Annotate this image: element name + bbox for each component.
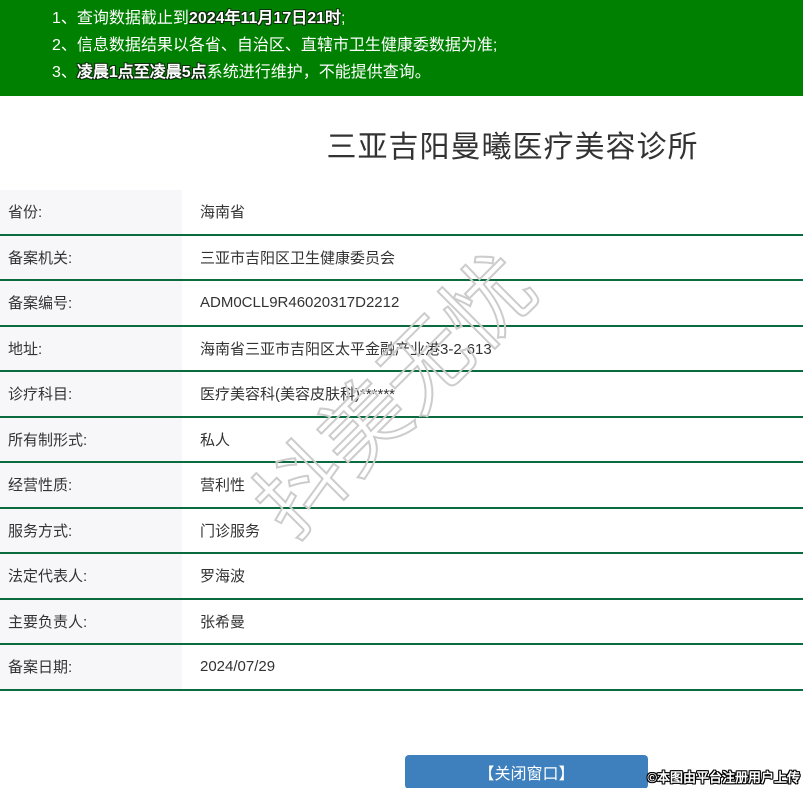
notice-3-post: 系统进行维护，不能提供查询。 — [206, 64, 431, 81]
row-label-address: 地址: — [0, 326, 182, 370]
row-label-filing-date: 备案日期: — [0, 645, 182, 689]
page-title: 三亚吉阳曼曦医疗美容诊所 — [326, 131, 699, 164]
row-label-filing-authority: 备案机关: — [0, 235, 182, 279]
notice-1-num: 1、 — [52, 10, 77, 27]
row-value-principal: 张希曼 — [200, 613, 246, 631]
table-row: 所有制形式: 私人 — [0, 417, 803, 463]
notice-3-num: 3、 — [52, 64, 77, 81]
row-label-legal-representative: 法定代表人: — [0, 554, 182, 598]
table-row: 备案日期: 2024/07/29 — [0, 645, 803, 691]
notice-1-bold: 2024年11月17日21时 — [188, 10, 342, 27]
row-label-clinical-departments: 诊疗科目: — [0, 372, 182, 416]
table-row: 备案机关: 三亚市吉阳区卫生健康委员会 — [0, 235, 803, 281]
table-row: 省份: 海南省 — [0, 190, 803, 236]
row-label-province: 省份: — [0, 190, 182, 234]
notice-3-bold: 凌晨1点至凌晨5点 — [76, 64, 207, 81]
notice-2-num: 2、 — [52, 37, 77, 54]
row-label-ownership-form: 所有制形式: — [0, 417, 182, 461]
row-value-operation-nature: 营利性 — [200, 477, 246, 495]
notice-line-1: 1、查询数据截止到2024年11月17日21时; — [52, 5, 793, 32]
notice-line-2: 2、信息数据结果以各省、自治区、直辖市卫生健康委数据为准; — [52, 32, 793, 59]
close-window-button[interactable]: 【关闭窗口】 — [405, 754, 648, 788]
row-label-principal: 主要负责人: — [0, 599, 182, 643]
row-value-province: 海南省 — [200, 204, 246, 222]
row-value-clinical-departments: 医疗美容科(美容皮肤科)****** — [200, 386, 396, 404]
row-value-filing-date: 2024/07/29 — [200, 658, 276, 676]
table-row: 服务方式: 门诊服务 — [0, 508, 803, 554]
row-value-filing-authority: 三亚市吉阳区卫生健康委员会 — [200, 249, 396, 267]
copyright-watermark: ©本图由平台注册用户上传 — [647, 770, 800, 785]
row-value-filing-number: ADM0CLL9R46020317D2212 — [200, 294, 400, 312]
table-row: 备案编号: ADM0CLL9R46020317D2212 — [0, 281, 803, 327]
table-row: 法定代表人: 罗海波 — [0, 554, 803, 600]
row-label-service-mode: 服务方式: — [0, 508, 182, 552]
table-row: 主要负责人: 张希曼 — [0, 599, 803, 645]
row-value-address: 海南省三亚市吉阳区太平金融产业港3-2-613 — [200, 340, 492, 358]
row-value-service-mode: 门诊服务 — [200, 522, 261, 540]
notice-line-3: 3、凌晨1点至凌晨5点系统进行维护，不能提供查询。 — [52, 59, 793, 86]
notice-1-post: ; — [341, 10, 346, 27]
table-row: 诊疗科目: 医疗美容科(美容皮肤科)****** — [0, 372, 803, 418]
table-row: 经营性质: 营利性 — [0, 463, 803, 509]
record-table: 省份: 海南省 备案机关: 三亚市吉阳区卫生健康委员会 备案编号: ADM0CL… — [0, 190, 803, 691]
row-value-ownership-form: 私人 — [200, 431, 231, 449]
notice-2-pre: 信息数据结果以各省、自治区、直辖市卫生健康委数据为准; — [76, 37, 498, 54]
table-row: 地址: 海南省三亚市吉阳区太平金融产业港3-2-613 — [0, 326, 803, 372]
row-label-operation-nature: 经营性质: — [0, 463, 182, 507]
notice-1-pre: 查询数据截止到 — [76, 10, 189, 27]
notice-bar: 1、查询数据截止到2024年11月17日21时; 2、信息数据结果以各省、自治区… — [0, 0, 803, 96]
row-value-legal-representative: 罗海波 — [200, 568, 246, 586]
row-label-filing-number: 备案编号: — [0, 281, 182, 325]
